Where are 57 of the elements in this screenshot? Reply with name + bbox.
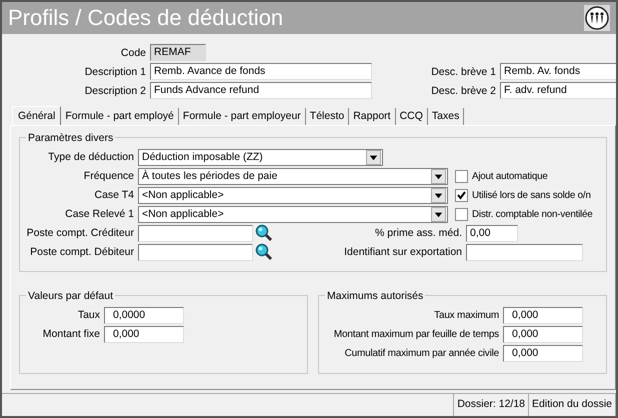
checkbox[interactable] <box>455 170 468 183</box>
checkbox-label: Ajout automatique <box>472 170 548 182</box>
number-field[interactable]: 0,000 <box>503 326 583 343</box>
dropdown[interactable]: À toutes les périodes de paie <box>138 168 448 185</box>
tab[interactable]: Télesto <box>306 108 350 125</box>
tab[interactable]: Rapport <box>349 108 396 125</box>
checkbox-label: Utilisé lors de sans solde o/n <box>472 190 591 201</box>
description-field[interactable]: Remb. Avance de fonds <box>150 63 372 80</box>
checkbox[interactable] <box>455 208 468 221</box>
field-label: % prime ass. méd. <box>374 227 463 240</box>
field-label: Taux maximum <box>433 310 500 321</box>
checkbox-label: Distr. comptable non-ventilée <box>472 208 593 220</box>
tab[interactable]: Formule - part employé <box>61 108 179 125</box>
short-description-field[interactable]: F. adv. refund <box>500 82 616 100</box>
search-icon[interactable] <box>255 243 273 262</box>
field-label: Poste compt. Débiteur <box>29 246 135 258</box>
field-label: Montant fixe <box>42 328 101 340</box>
account-field[interactable] <box>138 244 253 261</box>
tab[interactable]: CCQ <box>396 108 428 125</box>
status-text: Dossier: 12/18 <box>454 394 530 416</box>
field-label: Montant maximum par feuille de temps <box>332 328 500 340</box>
short-description-field[interactable]: Remb. Av. fonds <box>500 63 616 80</box>
number-field[interactable]: 0,0000 <box>104 306 184 324</box>
field-label: Description 2 <box>84 84 147 97</box>
tab[interactable]: Taxes <box>428 108 464 125</box>
status-text: Edition du dossie <box>529 394 616 416</box>
field-label: Type de déduction <box>47 151 135 164</box>
field-label: Identifiant sur exportation <box>343 246 463 258</box>
people-icon <box>584 5 610 31</box>
dropdown[interactable]: Déduction imposable (ZZ) <box>138 148 383 166</box>
window-title: Profils / Codes de déduction <box>8 5 284 31</box>
checkbox[interactable] <box>455 188 468 202</box>
dropdown[interactable]: <Non applicable> <box>138 186 448 204</box>
group-title: Maximums autorisés <box>326 290 424 302</box>
search-icon[interactable] <box>255 224 273 242</box>
number-field[interactable]: 0,000 <box>503 306 583 324</box>
group-title: Paramètres divers <box>27 132 114 144</box>
number-field[interactable]: 0,000 <box>503 344 583 362</box>
field-label: Desc. brève 1 <box>430 66 497 78</box>
dropdown[interactable]: <Non applicable> <box>138 206 448 223</box>
tab[interactable]: Formule - part employeur <box>178 108 306 125</box>
field-label: Taux <box>76 309 101 322</box>
field-label: Description 1 <box>84 66 147 78</box>
text-field[interactable] <box>466 244 583 261</box>
text-field[interactable]: 0,00 <box>466 224 518 242</box>
field-label: Fréquence <box>82 170 135 182</box>
field-label: Desc. brève 2 <box>430 84 497 97</box>
field-label: Case Relevé 1 <box>64 208 135 220</box>
number-field[interactable]: 0,000 <box>104 326 184 343</box>
description-field[interactable]: Funds Advance refund <box>150 82 372 100</box>
account-field[interactable] <box>138 224 253 242</box>
field-label: Case T4 <box>94 189 135 202</box>
field-label: Cumulatif maximum par année civile <box>344 348 500 359</box>
field-label: Poste compt. Créditeur <box>26 227 135 240</box>
group-title: Valeurs par défaut <box>27 290 114 302</box>
field-label: Code <box>120 46 147 59</box>
tab[interactable]: Général <box>12 106 62 125</box>
